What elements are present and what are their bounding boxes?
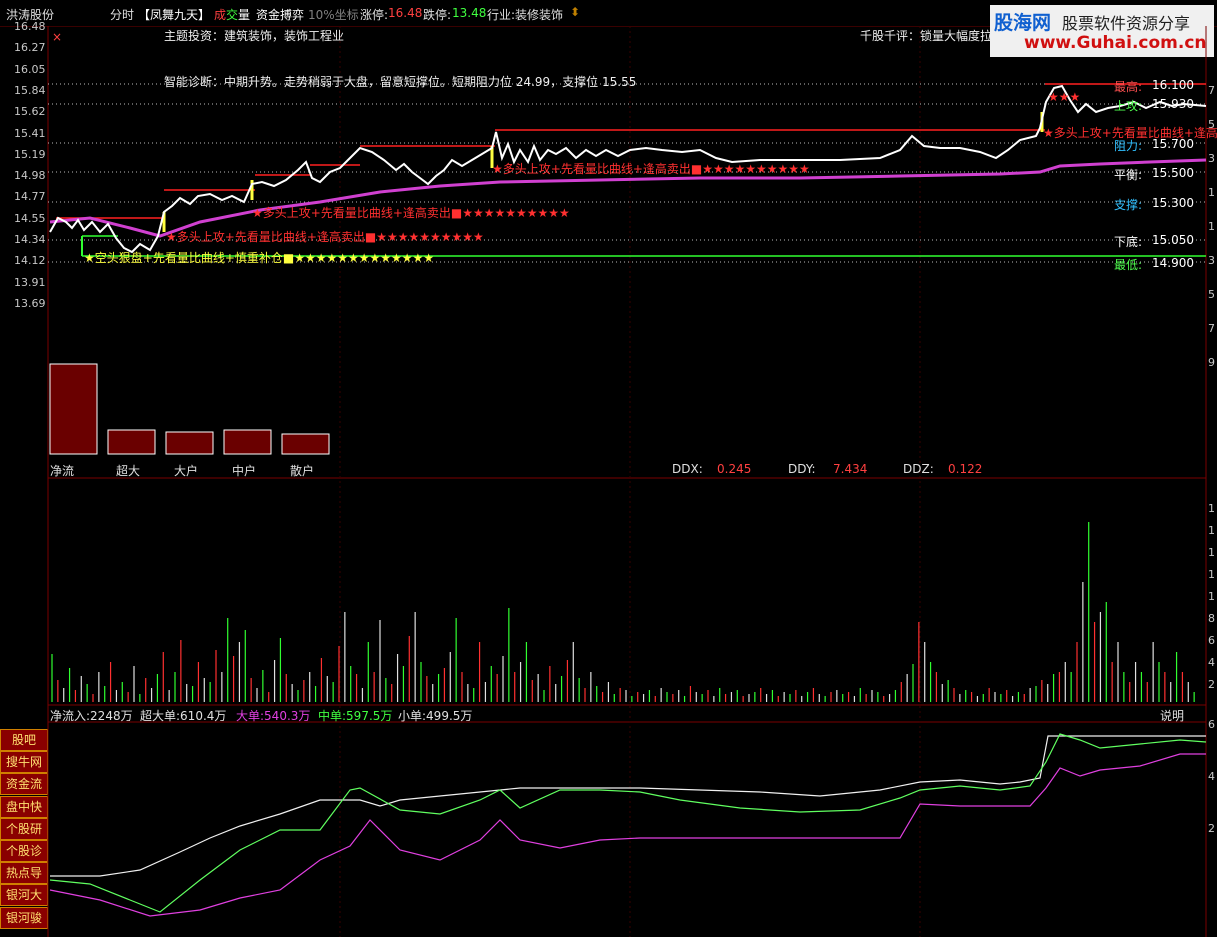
- explain-button[interactable]: 说明: [1160, 707, 1184, 724]
- signal-text-3: ★多头上攻+先看量比曲线+逢高卖出■★★★★★★★★★★: [492, 162, 810, 176]
- indicator-axis-tick: 2: [1208, 822, 1215, 835]
- diagnosis-text: 智能诊断：中期升势。走势稍弱于大盘，留意短撑位。短期阻力位 24.99，支撑位 …: [164, 75, 637, 89]
- indicator-axis-tick: 4: [1208, 770, 1215, 783]
- close-icon[interactable]: ×: [52, 30, 62, 44]
- right-axis-tick: 3: [1208, 254, 1215, 267]
- fund-bar: [281, 433, 330, 455]
- ddx-label: DDX:: [672, 462, 703, 476]
- right-axis-tick: 7: [1208, 322, 1215, 335]
- volume-axis-tick: 1: [1208, 568, 1215, 581]
- right-axis-tick: 1: [1208, 220, 1215, 233]
- fund-bar: [49, 363, 98, 455]
- level-value: 14.900: [1152, 256, 1194, 270]
- signal-text-2: ★多头上攻+先看量比曲线+逢高卖出■★★★★★★★★★★: [166, 230, 484, 244]
- fund-bar-label: 净流: [50, 464, 75, 478]
- level-value: 15.500: [1152, 166, 1194, 180]
- volume-axis-tick: 1: [1208, 546, 1215, 559]
- indicator-line-green: [49, 733, 1207, 913]
- ddx-value: 0.245: [717, 462, 752, 476]
- signal-text-5: ★多头上攻+先看量比曲线+逢高: [1043, 126, 1217, 140]
- right-axis-tick: 3: [1208, 152, 1215, 165]
- ddy-label: DDY:: [788, 462, 816, 476]
- super-order: 超大单:610.4万: [140, 709, 227, 723]
- right-axis-tick: 9: [1208, 356, 1215, 369]
- level-value: 15.930: [1152, 97, 1194, 111]
- right-axis-tick: 1: [1208, 186, 1215, 199]
- fund-bar: [223, 429, 272, 455]
- level-name: 最高:: [1114, 80, 1143, 94]
- volume-axis-tick: 4: [1208, 656, 1215, 669]
- fund-bar-label: 超大: [116, 464, 141, 478]
- indicator-line-purple: [49, 753, 1206, 917]
- level-value: 15.050: [1152, 233, 1194, 247]
- volume-axis-tick: 1: [1208, 590, 1215, 603]
- fund-bar: [107, 429, 156, 455]
- right-axis-tick: 5: [1208, 288, 1215, 301]
- big-order: 大单:540.3万: [236, 709, 311, 723]
- level-value: 16.100: [1152, 78, 1194, 92]
- fund-bar-label: 大户: [174, 464, 199, 478]
- ddy-value: 7.434: [833, 462, 868, 476]
- level-value: 15.300: [1152, 196, 1194, 210]
- signal-text-1: ★多头上攻+先看量比曲线+逢高卖出■★★★★★★★★★★: [252, 206, 570, 220]
- small-order: 小单:499.5万: [398, 709, 473, 723]
- comment-text: 千股千评：锁量大幅度拉: [860, 29, 993, 43]
- volume-axis-tick: 8: [1208, 612, 1215, 625]
- ddz-value: 0.122: [948, 462, 983, 476]
- indicator-axis-tick: 6: [1208, 718, 1215, 731]
- fund-bar-label: 散户: [290, 464, 315, 478]
- right-axis-tick: 5: [1208, 118, 1215, 131]
- net-flow: 净流入:2248万: [50, 709, 133, 723]
- level-name: 下底:: [1114, 235, 1143, 249]
- indicator-line-white: [50, 735, 1206, 877]
- signal-text-4: ★空头狠盘+先看量比曲线+慎重补仓■★★★★★★★★★★★★★: [84, 251, 435, 265]
- right-axis-tick: 7: [1208, 84, 1215, 97]
- mid-order: 中单:597.5万: [318, 709, 393, 723]
- signal-text-6: ★★★: [1048, 90, 1081, 104]
- fund-bar: [165, 431, 214, 455]
- volume-axis-tick: 1: [1208, 502, 1215, 515]
- volume-axis-tick: 6: [1208, 634, 1215, 647]
- level-name: 平衡:: [1114, 168, 1143, 182]
- volume-axis-tick: 1: [1208, 524, 1215, 537]
- fund-bar-label: 中户: [232, 464, 257, 478]
- level-name: 支撑:: [1114, 198, 1143, 212]
- level-name: 最低:: [1114, 258, 1143, 272]
- ddz-label: DDZ:: [903, 462, 934, 476]
- theme-text: 主题投资：建筑装饰，装饰工程业: [164, 29, 345, 43]
- level-name: 上攻:: [1114, 99, 1143, 113]
- volume-axis-tick: 2: [1208, 678, 1215, 691]
